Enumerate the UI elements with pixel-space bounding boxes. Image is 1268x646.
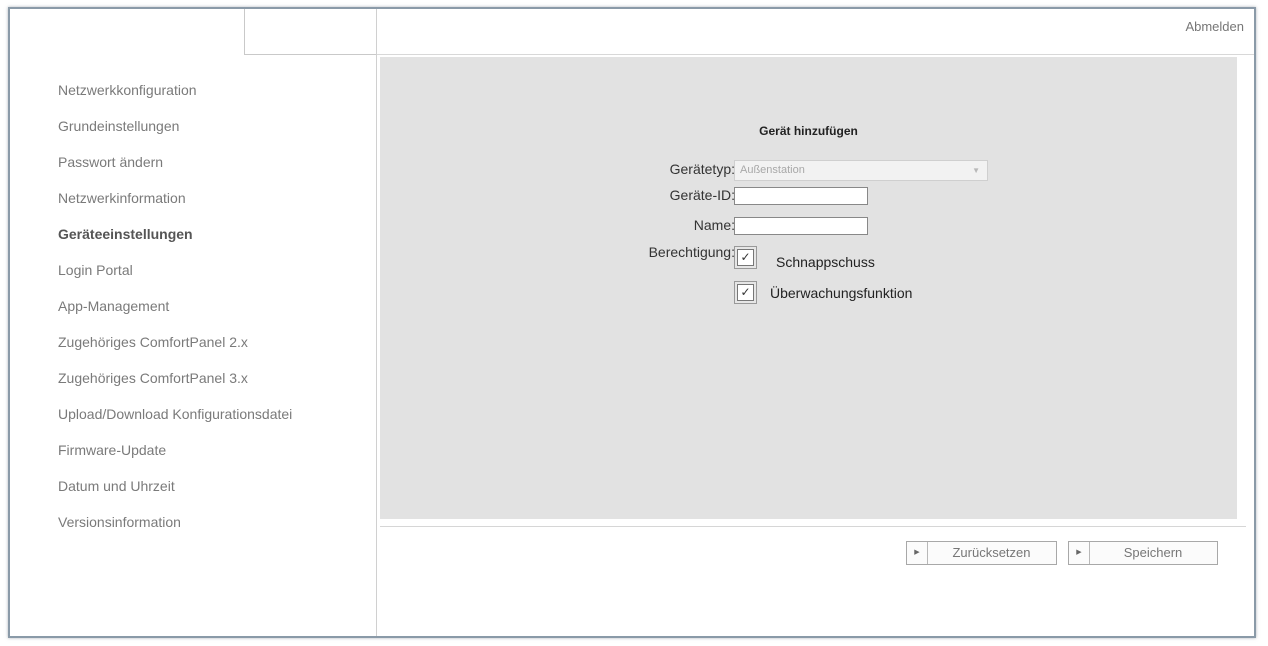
permission-label: Berechtigung: [648,244,735,260]
sidebar-item-app-management[interactable]: App-Management [58,295,368,331]
save-button[interactable]: ▶ Speichern [1068,541,1218,565]
monitoring-checkbox-frame: ✓ [734,281,757,304]
device-type-label: Gerätetyp: [669,161,735,177]
form-title: Gerät hinzufügen [759,124,858,138]
footer-divider [380,526,1246,527]
device-type-value: Außenstation [740,164,805,176]
checkmark-icon: ✓ [740,285,751,299]
sidebar-item-netzwerkkonfiguration[interactable]: Netzwerkkonfiguration [58,79,368,115]
top-bar: Abmelden [10,9,1254,55]
sidebar-item-firmware-update[interactable]: Firmware-Update [58,439,368,475]
logout-link[interactable]: Abmelden [1185,19,1244,34]
sidebar-item-comfortpanel-3x[interactable]: Zugehöriges ComfortPanel 3.x [58,367,368,403]
sidebar-item-geraeteeinstellungen[interactable]: Geräteeinstellungen [58,223,368,259]
play-icon: ▶ [907,542,928,564]
sidebar-item-passwort-aendern[interactable]: Passwort ändern [58,151,368,187]
snapshot-checkbox[interactable]: ✓ [737,249,754,266]
sidebar-item-versionsinformation[interactable]: Versionsinformation [58,511,368,547]
sidebar-item-comfortpanel-2x[interactable]: Zugehöriges ComfortPanel 2.x [58,331,368,367]
device-id-input[interactable] [734,187,868,205]
reset-button[interactable]: ▶ Zurücksetzen [906,541,1057,565]
chevron-down-icon: ▼ [972,166,980,175]
header-divider [376,54,1254,55]
reset-button-label: Zurücksetzen [952,545,1031,560]
sidebar-item-grundeinstellungen[interactable]: Grundeinstellungen [58,115,368,151]
app-frame: Abmelden Netzwerkkonfiguration Grundeins… [8,7,1256,638]
sidebar-nav: Netzwerkkonfiguration Grundeinstellungen… [58,79,368,547]
sidebar-item-login-portal[interactable]: Login Portal [58,259,368,295]
play-icon: ▶ [1069,542,1090,564]
device-type-select[interactable]: Außenstation ▼ [734,160,988,181]
monitoring-label[interactable]: Überwachungsfunktion [770,285,912,301]
checkmark-icon: ✓ [740,250,751,264]
save-button-label: Speichern [1123,545,1183,560]
sidebar-item-upload-download[interactable]: Upload/Download Konfigurationsdatei [58,403,368,439]
snapshot-label[interactable]: Schnappschuss [776,254,875,270]
name-label: Name: [693,217,735,233]
snapshot-checkbox-frame: ✓ [734,246,757,269]
header-corner [244,9,377,55]
device-id-label: Geräte-ID: [669,187,735,203]
sidebar-item-datum-uhrzeit[interactable]: Datum und Uhrzeit [58,475,368,511]
form-panel: Gerät hinzufügen Gerätetyp: Außenstation… [380,57,1237,519]
sidebar-divider [376,9,377,636]
monitoring-checkbox[interactable]: ✓ [737,284,754,301]
sidebar-item-netzwerkinformation[interactable]: Netzwerkinformation [58,187,368,223]
name-input[interactable] [734,217,868,235]
